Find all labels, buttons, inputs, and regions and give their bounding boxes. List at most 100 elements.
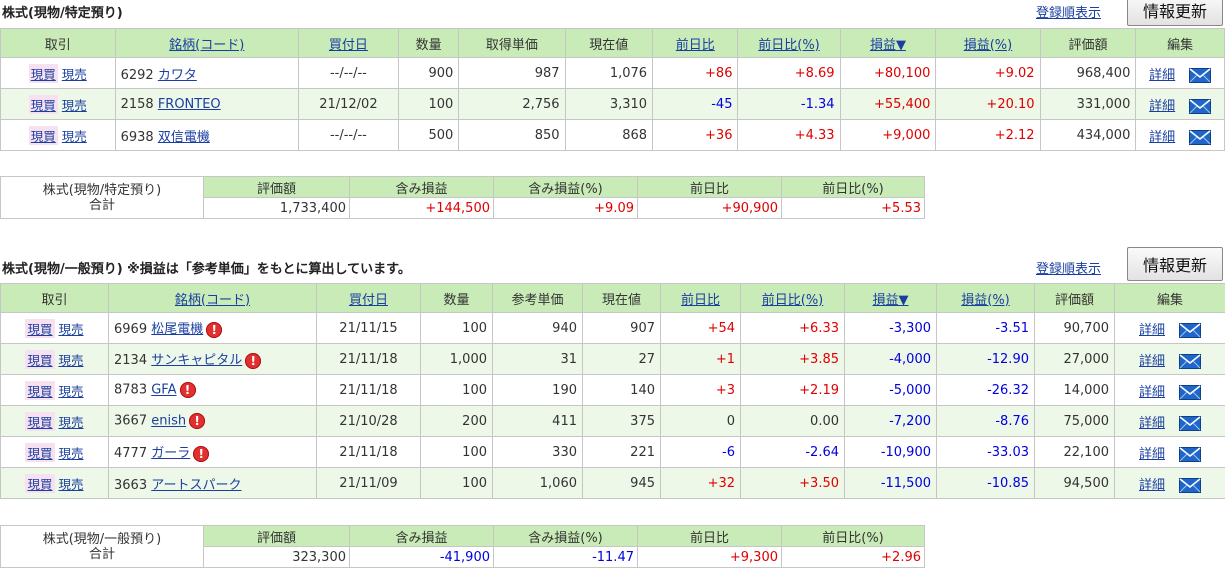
mail-icon[interactable] — [1179, 446, 1201, 462]
detail-link[interactable]: 詳細 — [1149, 130, 1175, 145]
section2-sort-link[interactable]: 登録順表示 — [1036, 258, 1101, 277]
section2-sort-header-6[interactable]: 前日比 — [681, 293, 720, 308]
mail-icon[interactable] — [1179, 477, 1201, 493]
section1-header-8[interactable]: 損益▼ — [839, 28, 937, 58]
edit-cell: 詳細 — [1114, 436, 1225, 468]
section2-header-11: 編集 — [1114, 283, 1225, 313]
buy-button[interactable]: 現買 — [28, 63, 58, 83]
mail-icon[interactable] — [1189, 98, 1212, 114]
section2-header-6[interactable]: 前日比 — [660, 283, 741, 313]
section1-sort-header-1[interactable]: 銘柄(コード) — [169, 38, 244, 53]
current-price: 140 — [582, 374, 661, 406]
sell-button[interactable]: 現売 — [59, 412, 84, 431]
section1-header-1[interactable]: 銘柄(コード) — [114, 28, 299, 58]
current-price: 1,076 — [564, 57, 654, 89]
detail-link[interactable]: 詳細 — [1139, 478, 1165, 493]
section2-sort-header-2[interactable]: 買付日 — [349, 293, 388, 308]
detail-link[interactable]: 詳細 — [1139, 416, 1165, 431]
section1-sort-header-9[interactable]: 損益(%) — [964, 38, 1013, 53]
section2-sort-header-8[interactable]: 損益▼ — [873, 293, 909, 308]
valuation: 22,100 — [1034, 436, 1115, 468]
buy-date: 21/11/18 — [316, 343, 421, 375]
buy-button[interactable]: 現買 — [25, 473, 55, 493]
sell-button[interactable]: 現売 — [59, 350, 84, 369]
trade-cell: 現買 現売 — [0, 312, 109, 344]
buy-button[interactable]: 現買 — [25, 349, 55, 369]
stock-name-link[interactable]: GFA — [151, 383, 176, 398]
profit-loss: -4,000 — [844, 343, 937, 375]
day-change: +86 — [652, 57, 739, 89]
mail-icon[interactable] — [1179, 353, 1201, 369]
mail-icon[interactable] — [1179, 415, 1201, 431]
section2-header-2[interactable]: 買付日 — [316, 283, 421, 313]
stock-name-link[interactable]: 松尾電機 — [151, 322, 203, 337]
sell-button[interactable]: 現売 — [62, 64, 87, 83]
profit-loss-percent: -8.76 — [936, 405, 1035, 437]
mail-icon[interactable] — [1189, 129, 1212, 145]
warning-icon[interactable]: ! — [179, 382, 196, 398]
buy-button[interactable]: 現買 — [25, 411, 55, 431]
stock-name-link[interactable]: サンキャピタル — [151, 353, 242, 368]
buy-button[interactable]: 現買 — [28, 94, 58, 114]
section1-header-0: 取引 — [0, 28, 116, 58]
sell-button[interactable]: 現売 — [62, 95, 87, 114]
warning-icon[interactable]: ! — [189, 413, 206, 429]
section1-header-6[interactable]: 前日比 — [652, 28, 739, 58]
section2-header-8[interactable]: 損益▼ — [844, 283, 937, 313]
buy-button[interactable]: 現買 — [25, 442, 55, 462]
section1-refresh-button[interactable]: 情報更新 — [1127, 0, 1223, 26]
section1-sort-link[interactable]: 登録順表示 — [1036, 2, 1101, 21]
section1-title: 株式(現物/特定預り) — [2, 6, 123, 21]
valuation: 27,000 — [1034, 343, 1115, 375]
section1-summary-header-3: 前日比 — [637, 176, 782, 198]
unit-cost: 850 — [458, 119, 566, 151]
buy-button[interactable]: 現買 — [25, 318, 55, 338]
section1-sort-header-2[interactable]: 買付日 — [329, 38, 368, 53]
mail-icon[interactable] — [1179, 322, 1201, 338]
stock-name-link[interactable]: enish — [151, 414, 186, 429]
section2-sort-header-1[interactable]: 銘柄(コード) — [175, 293, 250, 308]
current-price: 3,310 — [564, 88, 654, 120]
mail-icon[interactable] — [1189, 67, 1212, 83]
stock-name-link[interactable]: FRONTEO — [158, 97, 221, 112]
warning-icon[interactable]: ! — [206, 321, 223, 338]
section1-header-2[interactable]: 買付日 — [297, 28, 399, 58]
stock-name-link[interactable]: 双信電機 — [158, 130, 210, 145]
section2-sort-header-9[interactable]: 損益(%) — [961, 293, 1010, 308]
warning-icon[interactable]: ! — [245, 352, 262, 369]
valuation: 14,000 — [1034, 374, 1115, 406]
detail-link[interactable]: 詳細 — [1139, 354, 1165, 369]
section1-sort-header-6[interactable]: 前日比 — [676, 38, 715, 53]
detail-link[interactable]: 詳細 — [1139, 447, 1165, 462]
stock-name-link[interactable]: アートスパーク — [151, 478, 241, 493]
table-row: 現買 現売 6938 双信電機 --/--/-- 500 850 868 +36 +4.33 +9… — [0, 119, 1225, 151]
section1-header-9[interactable]: 損益(%) — [935, 28, 1041, 58]
sell-button[interactable]: 現売 — [62, 126, 87, 145]
stock-name-link[interactable]: カワタ — [158, 68, 197, 83]
section2-refresh-button[interactable]: 情報更新 — [1127, 247, 1223, 281]
section2-sort-header-7[interactable]: 前日比(%) — [762, 293, 824, 308]
detail-link[interactable]: 詳細 — [1139, 385, 1165, 400]
sell-button[interactable]: 現売 — [59, 474, 84, 493]
table-row: 現買 現売 4777 ガーラ! 21/11/18 100 330 221 -6 -2.64 -10… — [0, 436, 1225, 468]
sell-button[interactable]: 現売 — [59, 319, 84, 338]
section1-sort-header-8[interactable]: 損益▼ — [870, 38, 906, 53]
buy-button[interactable]: 現買 — [25, 380, 55, 400]
trade-cell: 現買 現売 — [0, 374, 109, 406]
section2-header-1[interactable]: 銘柄(コード) — [108, 283, 317, 313]
profit-loss-percent: -12.90 — [936, 343, 1035, 375]
warning-icon[interactable]: ! — [193, 445, 210, 462]
detail-link[interactable]: 詳細 — [1149, 68, 1175, 83]
section2-header-9[interactable]: 損益(%) — [936, 283, 1035, 313]
buy-button[interactable]: 現買 — [28, 125, 58, 145]
mail-icon[interactable] — [1179, 384, 1201, 400]
sell-button[interactable]: 現売 — [59, 381, 84, 400]
detail-link[interactable]: 詳細 — [1139, 323, 1165, 338]
section2-header-7[interactable]: 前日比(%) — [740, 283, 845, 313]
stock-name-link[interactable]: ガーラ — [151, 446, 190, 461]
unit-cost: 987 — [458, 57, 566, 89]
sell-button[interactable]: 現売 — [59, 443, 84, 462]
section1-header-7[interactable]: 前日比(%) — [737, 28, 841, 58]
section1-sort-header-7[interactable]: 前日比(%) — [758, 38, 820, 53]
detail-link[interactable]: 詳細 — [1149, 99, 1175, 114]
